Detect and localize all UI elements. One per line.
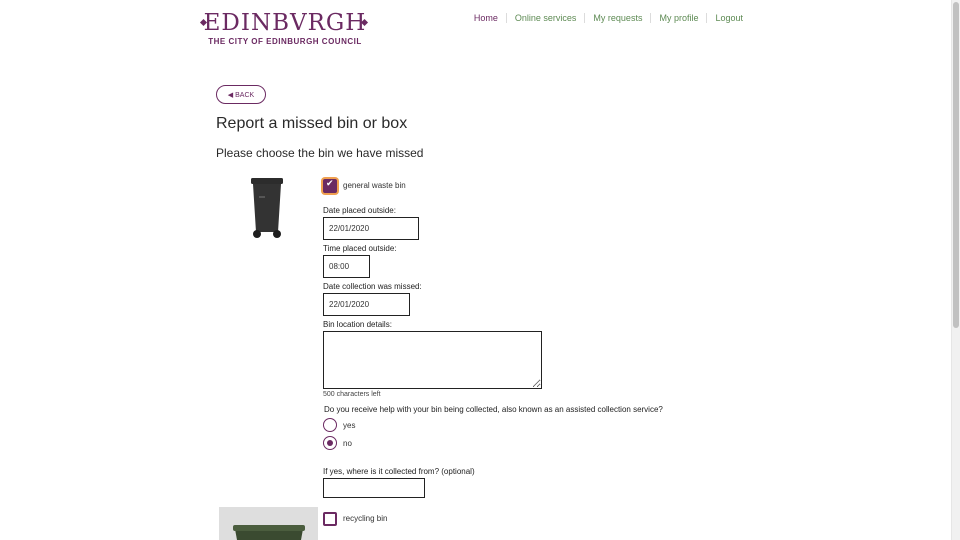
nav-logout-link[interactable]: Logout [707, 13, 743, 23]
nav-home-link[interactable]: Home [466, 13, 507, 23]
section-title: Please choose the bin we have missed [216, 146, 424, 160]
collected-from-label: If yes, where is it collected from? (opt… [323, 467, 475, 476]
assisted-no-radio[interactable] [323, 436, 337, 450]
recycling-bin-label: recycling bin [343, 514, 388, 523]
page-title: Report a missed bin or box [216, 115, 408, 132]
date-placed-label: Date placed outside: [323, 206, 396, 215]
nav-my-profile-link[interactable]: My profile [651, 13, 708, 23]
bin-location-label: Bin location details: [323, 320, 392, 329]
characters-left-counter: 500 characters left [323, 391, 381, 398]
top-navigation: Home Online services My requests My prof… [466, 13, 743, 23]
general-waste-bin-checkbox[interactable] [323, 179, 337, 193]
time-placed-input[interactable]: 08:00 [323, 255, 370, 278]
date-missed-label: Date collection was missed: [323, 282, 422, 291]
assisted-no-label: no [343, 439, 352, 448]
assisted-yes-label: yes [343, 421, 356, 430]
nav-online-services-link[interactable]: Online services [507, 13, 586, 23]
scrollbar-thumb[interactable] [953, 2, 959, 328]
date-placed-input[interactable]: 22/01/2020 [323, 217, 419, 240]
logo-wordmark: EDINBVRGH [203, 10, 367, 36]
back-button[interactable]: ◀ BACK [216, 85, 266, 104]
bin-location-textarea[interactable] [323, 331, 542, 389]
time-placed-label: Time placed outside: [323, 244, 397, 253]
recycling-bin-image [219, 507, 318, 540]
general-waste-bin-image [251, 178, 283, 238]
general-waste-bin-label: general waste bin [343, 181, 406, 190]
collected-from-input[interactable] [323, 478, 425, 498]
nav-my-requests-link[interactable]: My requests [585, 13, 652, 23]
logo-subtitle: THE CITY OF EDINBURGH COUNCIL [208, 37, 362, 46]
council-logo[interactable]: EDINBVRGH THE CITY OF EDINBURGH COUNCIL [199, 10, 370, 50]
date-missed-input[interactable]: 22/01/2020 [323, 293, 410, 316]
assisted-collection-question: Do you receive help with your bin being … [324, 405, 663, 414]
page-scrollbar[interactable] [951, 0, 960, 540]
recycling-bin-checkbox[interactable] [323, 512, 337, 526]
assisted-yes-radio[interactable] [323, 418, 337, 432]
